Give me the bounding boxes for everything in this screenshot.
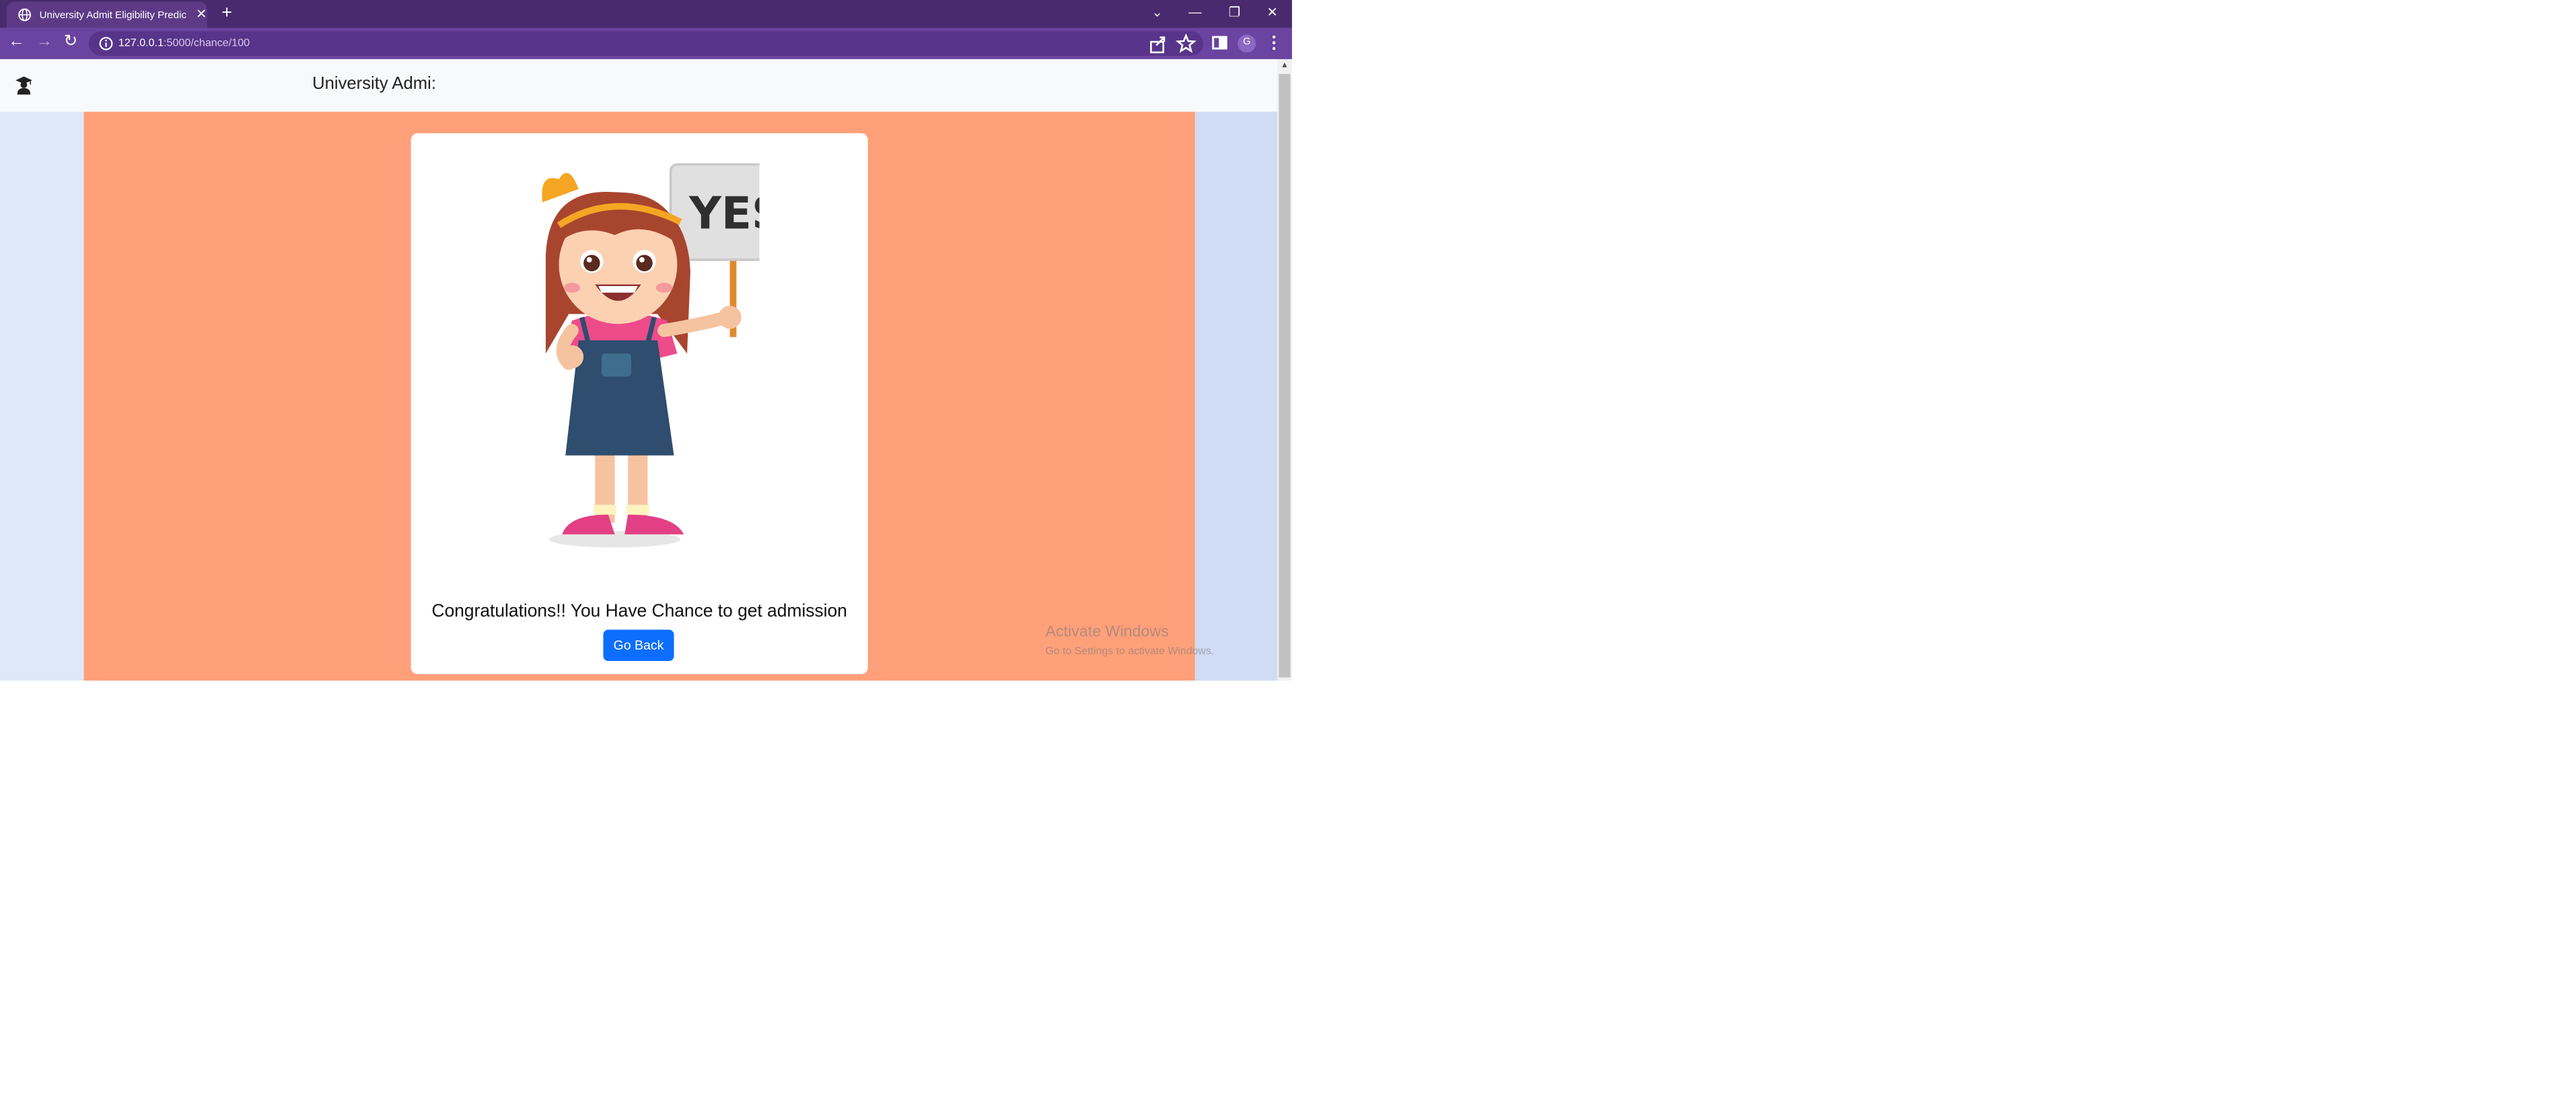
tab-close-icon[interactable]: ✕ (194, 7, 209, 23)
restore-icon[interactable]: ❐ (1218, 1, 1251, 24)
site-info-icon[interactable] (99, 36, 114, 51)
forward-icon[interactable]: → (33, 31, 56, 54)
result-card: YES (410, 133, 868, 674)
site-navbar: University Admi: (0, 59, 1277, 112)
sign-text: YES (688, 188, 759, 240)
activation-watermark-subtitle: Go to Settings to activate Windows. (1045, 646, 1215, 658)
activation-watermark-title: Activate Windows (1045, 623, 1169, 641)
share-icon[interactable] (1146, 31, 1171, 56)
star-icon[interactable] (1174, 31, 1198, 56)
globe-icon (18, 8, 32, 22)
scroll-up-icon[interactable]: ▲ (1277, 59, 1292, 74)
browser-toolbar: ← → ↻ 127.0.0.1:5000/chance/100 G (0, 28, 1292, 59)
url-path: :5000/chance/100 (164, 38, 250, 50)
profile-avatar[interactable]: G (1238, 34, 1256, 53)
tab-title: University Admit Eligibility Predic (39, 9, 187, 22)
go-back-button[interactable]: Go Back (603, 629, 674, 661)
tab-strip: University Admit Eligibility Predic ✕ + … (0, 0, 1292, 28)
browser-tab[interactable]: University Admit Eligibility Predic ✕ (6, 1, 209, 28)
graduate-icon[interactable] (15, 75, 33, 95)
back-icon[interactable]: ← (5, 31, 28, 54)
result-message: Congratulations!! You Have Chance to get… (431, 602, 847, 622)
reload-icon[interactable]: ↻ (59, 31, 82, 54)
menu-icon[interactable] (1262, 31, 1285, 54)
girl-yes-sign-illustration: YES (542, 163, 760, 548)
navbar-title: University Admi: (312, 73, 437, 94)
tab-search-icon[interactable]: ⌄ (1141, 1, 1174, 24)
page-viewport: University Admi: YES (0, 59, 1277, 681)
page-scrollbar[interactable]: ▲ (1277, 59, 1292, 681)
window-close-icon[interactable]: ✕ (1256, 1, 1289, 24)
sidepanel-icon[interactable] (1208, 31, 1231, 54)
url-text: 127.0.0.1:5000/chance/100 (118, 31, 250, 56)
address-bar[interactable]: 127.0.0.1:5000/chance/100 (88, 31, 1204, 57)
main-content: YES (83, 112, 1195, 681)
minimize-icon[interactable]: — (1178, 1, 1211, 24)
scroll-thumb[interactable] (1279, 73, 1291, 678)
url-host: 127.0.0.1 (118, 38, 164, 50)
new-tab-button[interactable]: + (217, 3, 236, 23)
right-background-strip (1194, 112, 1277, 681)
